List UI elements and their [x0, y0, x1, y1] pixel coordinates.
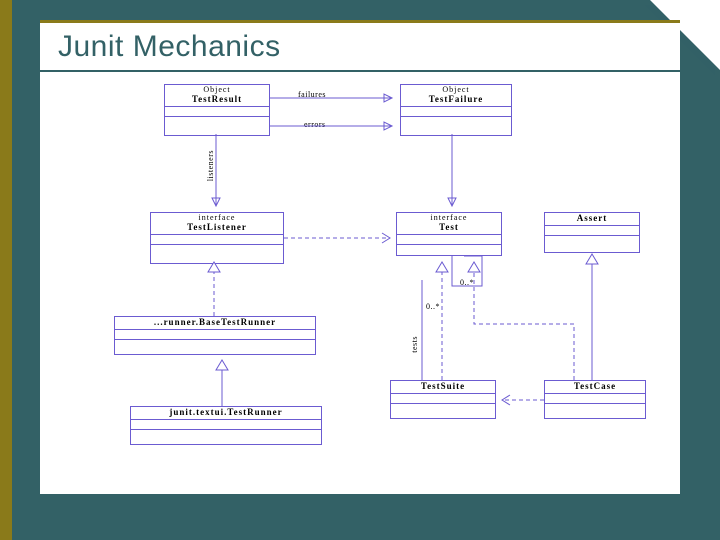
slide-page: Junit Mechanics Object TestResult Object…	[40, 20, 680, 520]
class-name: TestListener	[154, 223, 280, 233]
class-testfailure: Object TestFailure	[400, 84, 512, 136]
assoc-label-errors: errors	[304, 120, 326, 129]
diagram-container: Object TestResult Object TestFailure int…	[40, 72, 680, 494]
class-name: TestSuite	[394, 382, 492, 392]
uml-diagram: Object TestResult Object TestFailure int…	[54, 80, 666, 480]
slide-title: Junit Mechanics	[40, 20, 680, 70]
class-name: TestCase	[548, 382, 642, 392]
class-testcase: TestCase	[544, 380, 646, 419]
class-name: Test	[400, 223, 498, 233]
class-name: TestFailure	[404, 95, 508, 105]
assoc-label-tests: tests	[410, 336, 419, 353]
assoc-label-listeners: listeners	[206, 150, 215, 181]
class-name: junit.textui.TestRunner	[134, 408, 318, 418]
class-testlistener: interface TestListener	[150, 212, 284, 264]
class-name: ...runner.BaseTestRunner	[118, 318, 312, 328]
class-name: TestResult	[168, 95, 266, 105]
class-testsuite: TestSuite	[390, 380, 496, 419]
assoc-label-failures: failures	[298, 90, 326, 99]
class-test-interface: interface Test	[396, 212, 502, 256]
mult-label-2: 0..*	[426, 302, 440, 311]
accent-bar	[0, 0, 12, 540]
class-textui-testrunner: junit.textui.TestRunner	[130, 406, 322, 445]
class-basetestrunner: ...runner.BaseTestRunner	[114, 316, 316, 355]
class-testresult: Object TestResult	[164, 84, 270, 136]
class-name: Assert	[548, 214, 636, 224]
class-assert: Assert	[544, 212, 640, 253]
mult-label-1: 0..*	[460, 278, 474, 287]
